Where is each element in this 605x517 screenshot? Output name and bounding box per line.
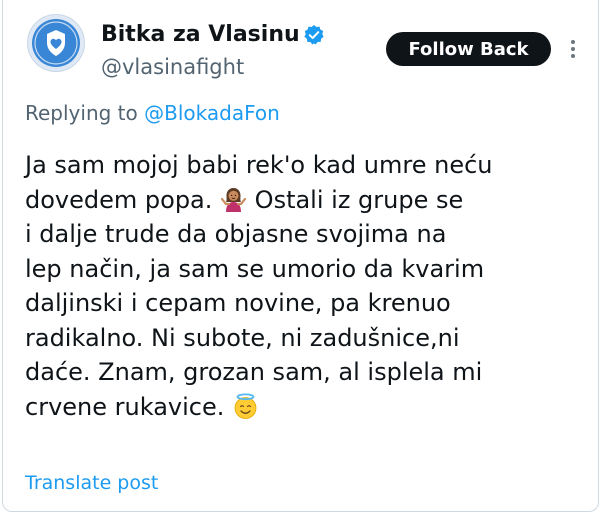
more-dots-icon[interactable] — [563, 36, 583, 62]
post-line: crvene rukavice. — [25, 392, 225, 421]
avatar[interactable] — [27, 14, 85, 72]
post-line-with-emoji: dovedem popa. Ostali iz grupe se — [25, 183, 590, 218]
post-line: i dalje trude da objasne svojima na — [25, 220, 447, 248]
post-text: Ja sam mojoj babi rek'o kad umre neću do… — [25, 148, 590, 424]
post-line: Ja sam mojoj babi rek'o kad umre neću — [25, 151, 493, 179]
post-line: lep način, ja sam se umorio da kvarim — [25, 254, 485, 283]
smiling-face-with-halo-emoji-icon — [234, 392, 257, 419]
post-line: radikalno. Ni subote, ni zadušnice,ni — [25, 323, 460, 352]
post-line: Ostali iz grupe se — [254, 185, 464, 214]
translate-post-link[interactable]: Translate post — [25, 471, 158, 495]
dot — [571, 40, 575, 44]
author-handle[interactable]: @vlasinafight — [101, 54, 244, 80]
replying-prefix: Replying to — [25, 101, 145, 125]
post-line: daljinski i cepam novine, pa krenuo — [25, 289, 451, 317]
post-line: dovedem popa. — [25, 185, 213, 214]
dot — [571, 47, 575, 51]
post-line: daće. Znam, grozan sam, al isplela mi — [25, 358, 483, 386]
shield-heart-logo-icon — [32, 19, 80, 67]
post-card: Bitka za Vlasinu @vlasinafight Follow Ba… — [2, 0, 599, 512]
author-name[interactable]: Bitka za Vlasinu — [101, 21, 300, 49]
replying-to: Replying to @BlokadaFon — [25, 100, 280, 126]
woman-shrugging-emoji-icon — [220, 187, 247, 212]
follow-back-button[interactable]: Follow Back — [386, 32, 551, 66]
post-line-with-emoji: crvene rukavice. — [25, 390, 590, 425]
verified-badge-icon — [304, 25, 324, 45]
dot — [571, 54, 575, 58]
reply-mention-link[interactable]: @BlokadaFon — [144, 101, 280, 125]
